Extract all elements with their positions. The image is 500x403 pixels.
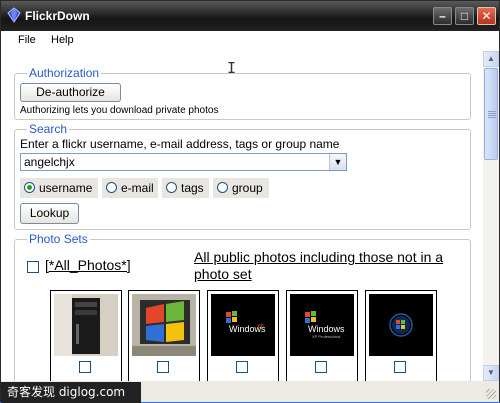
- windows-orb-photo: [369, 294, 433, 356]
- maximize-button[interactable]: □: [455, 7, 474, 25]
- photo-sets-legend: Photo Sets: [27, 232, 90, 246]
- title-bar[interactable]: FlickrDown – □ ✕: [1, 1, 499, 31]
- radio-group[interactable]: group: [213, 178, 269, 198]
- menu-file[interactable]: File: [18, 34, 36, 46]
- radio-tags[interactable]: tags: [162, 178, 209, 198]
- minimize-button[interactable]: –: [433, 7, 452, 25]
- photo-set-thumbnail[interactable]: Windows XP: [207, 290, 279, 381]
- lookup-button[interactable]: Lookup: [20, 203, 79, 224]
- app-window: FlickrDown – □ ✕ File Help Authorization…: [0, 0, 500, 403]
- watermark: 奇客发现 diglog.com: [1, 382, 141, 403]
- windows-edition-text: XP Professional: [312, 334, 340, 339]
- windows-edition-text: XP: [257, 324, 264, 330]
- photo-set-checkbox[interactable]: [157, 361, 169, 373]
- search-combobox[interactable]: angelchjx ▼: [20, 153, 347, 171]
- radio-circle-icon: [166, 182, 177, 193]
- radio-group-label: group: [232, 181, 263, 195]
- search-prompt: Enter a flickr username, e-mail address,…: [20, 137, 340, 151]
- menu-bar: File Help: [1, 31, 499, 51]
- authorization-note: Authorizing lets you download private ph…: [20, 105, 219, 116]
- minimize-icon: –: [439, 9, 446, 23]
- photo-sets-group: Photo Sets [*All_Photos*] All public pho…: [14, 232, 471, 381]
- photo-set-checkbox[interactable]: [394, 361, 406, 373]
- deauthorize-button[interactable]: De-authorize: [20, 83, 121, 102]
- radio-circle-icon: [106, 182, 117, 193]
- radio-circle-icon: [24, 182, 35, 193]
- windows-logo-text: Windows: [308, 324, 345, 334]
- scrollbar-thumb[interactable]: [484, 68, 498, 160]
- photo-set-thumbnail[interactable]: Windows XP Professional: [286, 290, 358, 381]
- public-photos-link[interactable]: All public photos including those not in…: [194, 249, 464, 283]
- authorization-legend: Authorization: [27, 66, 102, 80]
- photo-set-thumbnail[interactable]: [128, 290, 200, 381]
- close-icon: ✕: [481, 9, 492, 23]
- all-photos-link[interactable]: [*All_Photos*]: [45, 257, 131, 273]
- status-bar: [141, 382, 499, 402]
- photo-set-thumbnail[interactable]: [365, 290, 437, 381]
- maximize-icon: □: [460, 9, 469, 23]
- radio-tags-label: tags: [181, 181, 204, 195]
- photo-set-checkbox[interactable]: [236, 361, 248, 373]
- computer-tower-photo: [54, 294, 118, 356]
- windows-xp-professional-photo: Windows XP Professional: [290, 294, 354, 356]
- radio-username[interactable]: username: [20, 178, 98, 198]
- window-title: FlickrDown: [25, 9, 90, 23]
- chevron-down-icon[interactable]: ▼: [329, 154, 346, 170]
- radio-email-label: e-mail: [121, 181, 154, 195]
- search-legend: Search: [27, 122, 70, 136]
- radio-circle-icon: [217, 182, 228, 193]
- authorization-group: Authorization De-authorize Authorizing l…: [14, 66, 471, 120]
- windows-flag-photo: [132, 294, 196, 356]
- windows-xp-splash-photo: Windows XP: [211, 294, 275, 356]
- text-cursor-icon: I: [227, 59, 237, 77]
- photo-set-checkbox[interactable]: [79, 361, 91, 373]
- scroll-down-icon[interactable]: ▼: [483, 365, 499, 381]
- app-diamond-icon: [7, 7, 21, 23]
- search-value: angelchjx: [24, 155, 75, 169]
- photo-set-checkbox[interactable]: [315, 361, 327, 373]
- vertical-scrollbar[interactable]: ▲ ▼: [483, 51, 499, 381]
- all-photos-checkbox[interactable]: [27, 261, 39, 273]
- main-panel: Authorization De-authorize Authorizing l…: [1, 51, 483, 381]
- close-button[interactable]: ✕: [477, 7, 496, 25]
- scroll-up-icon[interactable]: ▲: [483, 51, 499, 67]
- resize-grip-icon[interactable]: [486, 389, 496, 399]
- search-group: Search Enter a flickr username, e-mail a…: [14, 122, 471, 230]
- menu-help[interactable]: Help: [51, 34, 74, 46]
- photo-set-thumbnail[interactable]: [50, 290, 122, 381]
- radio-email[interactable]: e-mail: [102, 178, 158, 198]
- radio-username-label: username: [39, 181, 93, 195]
